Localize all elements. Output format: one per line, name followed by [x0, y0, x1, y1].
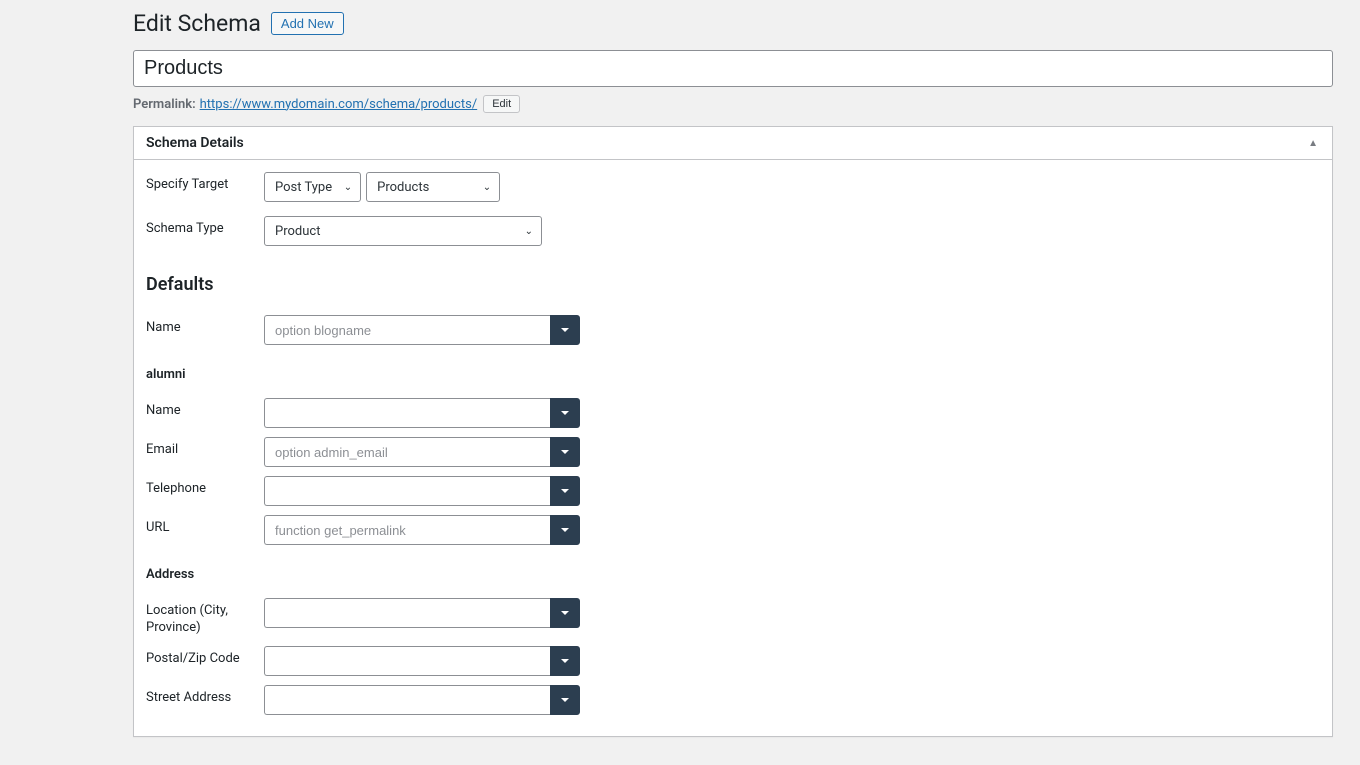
permalink-row: Permalink: https://www.mydomain.com/sche…: [133, 95, 1333, 113]
select-value: Products: [377, 180, 429, 195]
address-postal-label: Postal/Zip Code: [146, 646, 264, 668]
alumni-telephone-dropdown-button[interactable]: [550, 476, 580, 506]
specify-target-select-1[interactable]: Post Type ⌄: [264, 172, 361, 202]
alumni-email-label: Email: [146, 437, 264, 459]
add-new-button[interactable]: Add New: [271, 12, 344, 35]
alumni-url-input[interactable]: [264, 515, 550, 545]
alumni-email-input[interactable]: [264, 437, 550, 467]
alumni-url-label: URL: [146, 515, 264, 537]
chevron-down-icon: [560, 325, 570, 335]
address-street-label: Street Address: [146, 685, 264, 707]
page-title: Edit Schema: [133, 10, 261, 37]
alumni-heading: alumni: [146, 367, 1320, 382]
triangle-up-icon: ▲: [1308, 138, 1318, 149]
alumni-url-dropdown-button[interactable]: [550, 515, 580, 545]
chevron-down-icon: ⌄: [525, 226, 533, 237]
panel-title: Schema Details: [146, 135, 244, 151]
permalink-label: Permalink:: [133, 97, 196, 112]
permalink-edit-button[interactable]: Edit: [483, 95, 520, 113]
alumni-name-dropdown-button[interactable]: [550, 398, 580, 428]
address-location-dropdown-button[interactable]: [550, 598, 580, 628]
defaults-name-dropdown-button[interactable]: [550, 315, 580, 345]
schema-type-label: Schema Type: [146, 216, 264, 238]
chevron-down-icon: ⌄: [344, 182, 352, 193]
defaults-name-label: Name: [146, 315, 264, 337]
schema-type-select[interactable]: Product ⌄: [264, 216, 542, 246]
specify-target-select-2[interactable]: Products ⌄: [366, 172, 500, 202]
select-value: Post Type: [275, 180, 332, 195]
address-street-input[interactable]: [264, 685, 550, 715]
specify-target-label: Specify Target: [146, 172, 264, 194]
address-location-input[interactable]: [264, 598, 550, 628]
chevron-down-icon: [560, 447, 570, 457]
permalink-link[interactable]: https://www.mydomain.com/schema/products…: [200, 97, 478, 112]
panel-collapse-button[interactable]: ▲: [1306, 136, 1320, 151]
alumni-email-dropdown-button[interactable]: [550, 437, 580, 467]
chevron-down-icon: [560, 608, 570, 618]
alumni-name-label: Name: [146, 398, 264, 420]
alumni-name-input[interactable]: [264, 398, 550, 428]
chevron-down-icon: [560, 695, 570, 705]
select-value: Product: [275, 224, 320, 239]
address-location-label: Location (City, Province): [146, 598, 264, 637]
address-postal-input[interactable]: [264, 646, 550, 676]
schema-details-panel: Schema Details ▲ Specify Target Post Typ…: [133, 126, 1333, 737]
chevron-down-icon: [560, 486, 570, 496]
post-title-input[interactable]: [133, 50, 1333, 87]
alumni-telephone-input[interactable]: [264, 476, 550, 506]
address-street-dropdown-button[interactable]: [550, 685, 580, 715]
defaults-name-input[interactable]: [264, 315, 550, 345]
chevron-down-icon: [560, 525, 570, 535]
chevron-down-icon: [560, 408, 570, 418]
chevron-down-icon: [560, 656, 570, 666]
address-heading: Address: [146, 567, 1320, 582]
chevron-down-icon: ⌄: [483, 182, 491, 193]
defaults-heading: Defaults: [146, 274, 1320, 295]
panel-header: Schema Details ▲: [134, 127, 1332, 160]
address-postal-dropdown-button[interactable]: [550, 646, 580, 676]
alumni-telephone-label: Telephone: [146, 476, 264, 498]
